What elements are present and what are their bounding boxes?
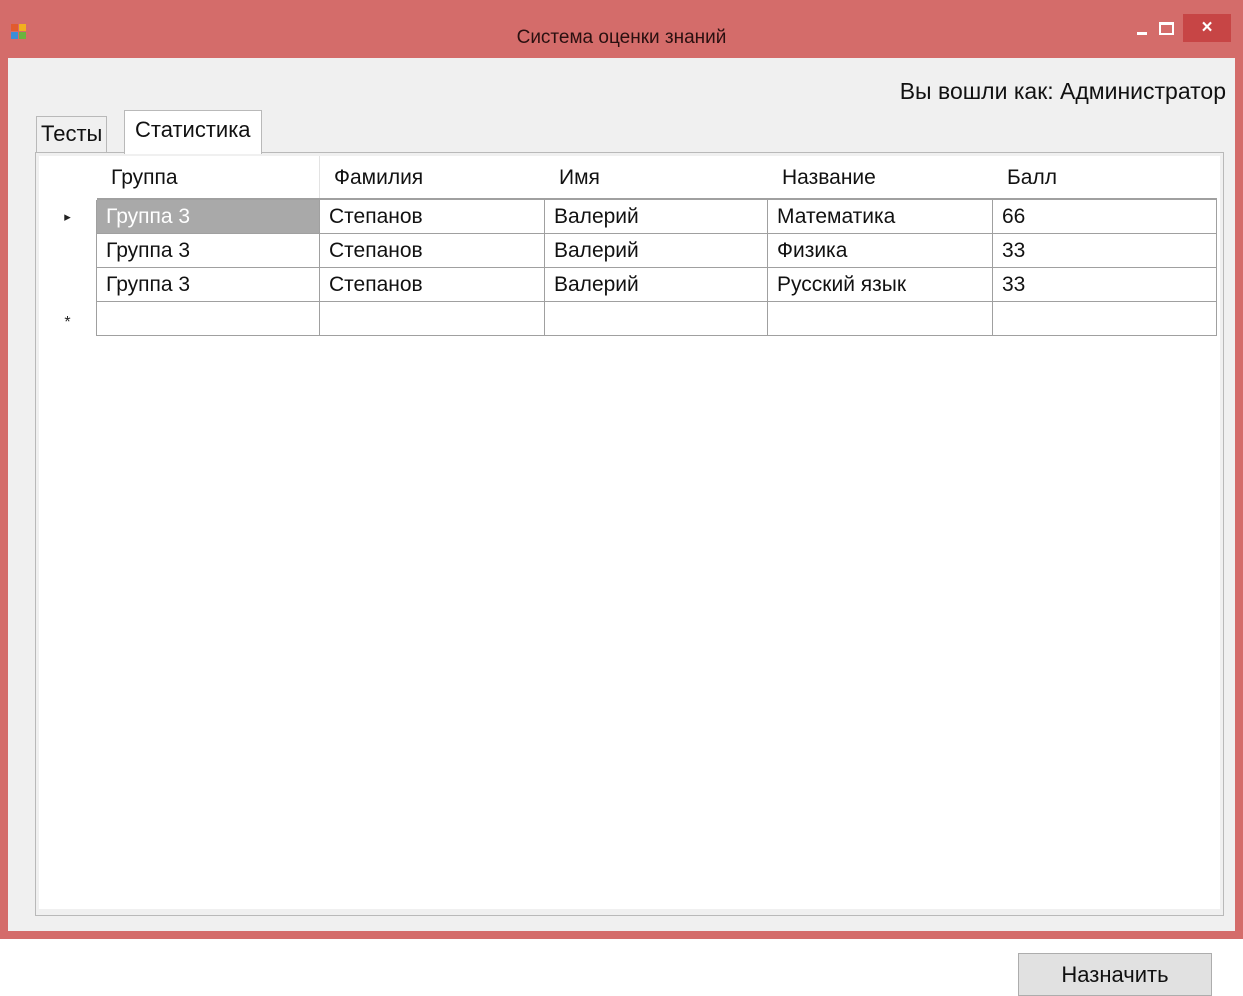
cell-name[interactable] (545, 302, 768, 336)
tab-tests[interactable]: Тесты (36, 116, 108, 152)
cell-surname[interactable]: Степанов (320, 268, 545, 302)
column-header-title[interactable]: Название (768, 156, 993, 199)
cell-title[interactable]: Физика (768, 234, 993, 268)
close-button[interactable]: × (1183, 14, 1231, 42)
table-row[interactable]: Группа 3 Степанов Валерий Физика 33 (39, 234, 1220, 268)
cell-surname[interactable] (320, 302, 545, 336)
cell-surname[interactable]: Степанов (320, 234, 545, 268)
title-bar[interactable]: Система оценки знаний × (0, 0, 1243, 58)
row-indicator-current[interactable]: ▸ (39, 200, 97, 234)
statistics-tab-page: Группа Фамилия Имя Название Балл ▸ Групп… (35, 152, 1224, 996)
grid-header-row: Группа Фамилия Имя Название Балл (39, 156, 1220, 199)
table-row[interactable]: ▸ Группа 3 Степанов Валерий Математика 6… (39, 200, 1220, 234)
table-row[interactable]: Группа 3 Степанов Валерий Русский язык 3… (39, 268, 1220, 302)
cell-name[interactable]: Валерий (545, 268, 768, 302)
cell-score[interactable]: 33 (993, 268, 1217, 302)
minimize-icon[interactable] (1137, 32, 1147, 35)
cell-score[interactable]: 66 (993, 200, 1217, 234)
cell-title[interactable] (768, 302, 993, 336)
statistics-grid[interactable]: Группа Фамилия Имя Название Балл ▸ Групп… (39, 156, 1220, 909)
cell-group[interactable]: Группа 3 (97, 234, 320, 268)
assign-button[interactable]: Назначить (1018, 953, 1212, 996)
cell-group[interactable] (97, 302, 320, 336)
column-header-score[interactable]: Балл (993, 156, 1217, 199)
column-header-group[interactable]: Группа (97, 156, 320, 199)
cell-name[interactable]: Валерий (545, 200, 768, 234)
cell-score[interactable]: 33 (993, 234, 1217, 268)
cell-score[interactable] (993, 302, 1217, 336)
cell-group[interactable]: Группа 3 (97, 200, 320, 234)
tab-statistics[interactable]: Статистика (124, 110, 262, 154)
column-header-surname[interactable]: Фамилия (320, 156, 545, 199)
new-row[interactable]: * (39, 302, 1220, 336)
cell-name[interactable]: Валерий (545, 234, 768, 268)
row-header-corner[interactable] (39, 156, 97, 199)
window-title: Система оценки знаний (516, 27, 727, 48)
new-row-indicator[interactable]: * (39, 302, 97, 336)
cell-title[interactable]: Математика (768, 200, 993, 234)
app-window: Система оценки знаний × Вы вошли как: Ад… (0, 0, 1243, 996)
cell-title[interactable]: Русский язык (768, 268, 993, 302)
maximize-icon[interactable] (1159, 22, 1174, 35)
login-status-label: Вы вошли как: Администратор (899, 78, 1226, 104)
cell-group[interactable]: Группа 3 (97, 268, 320, 302)
client-area: Вы вошли как: Администратор Тесты Статис… (8, 58, 1235, 996)
column-header-name[interactable]: Имя (545, 156, 768, 199)
cell-surname[interactable]: Степанов (320, 200, 545, 234)
row-indicator[interactable] (39, 268, 97, 302)
row-indicator[interactable] (39, 234, 97, 268)
